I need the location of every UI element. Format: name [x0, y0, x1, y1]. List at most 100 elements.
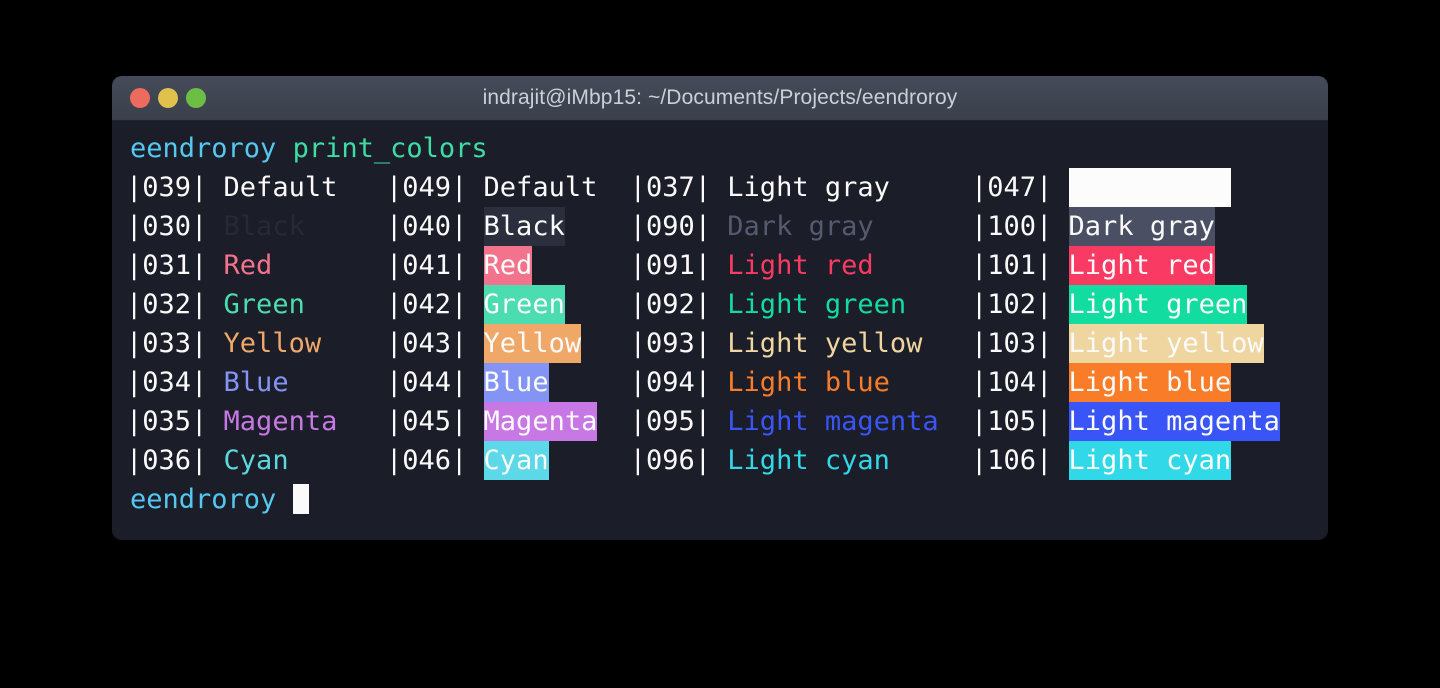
color-cell: |090| Dark gray — [630, 207, 874, 246]
color-code: |031| — [126, 250, 224, 281]
color-cell: |039| Default — [126, 168, 337, 207]
color-code: |100| — [971, 211, 1069, 242]
color-cell: |035| Magenta — [126, 402, 337, 441]
color-label: Magenta — [483, 402, 598, 441]
command-text: print_colors — [292, 133, 488, 164]
color-code: |103| — [971, 328, 1069, 359]
color-code: |037| — [629, 172, 728, 203]
color-label: Light blue — [727, 367, 890, 398]
color-code: |105| — [971, 406, 1069, 437]
color-label: Light yellow — [1068, 324, 1264, 363]
terminal-body[interactable]: eendroroy print_colors |039| Default |049… — [112, 121, 1328, 540]
color-cell: |043| Yellow — [386, 324, 582, 363]
color-cell: |094| Light blue — [630, 363, 890, 402]
color-label: Cyan — [223, 445, 289, 476]
color-code: |090| — [629, 211, 728, 242]
color-label: Light yellow — [727, 328, 923, 359]
color-label: Light green — [1068, 285, 1248, 324]
table-row: |033| Yellow |043| Yellow |093| Light yell… — [112, 324, 1328, 363]
color-cell: |105| Light magenta — [971, 402, 1280, 441]
table-row: |031| Red |041| Red |091| Light red |101| L… — [112, 246, 1328, 285]
command-line: eendroroy print_colors — [112, 129, 1328, 168]
color-label: Light blue — [1068, 363, 1232, 402]
color-cell: |036| Cyan — [126, 441, 289, 480]
color-code: |039| — [126, 172, 224, 203]
terminal-cursor — [292, 484, 309, 514]
minimize-button[interactable] — [158, 88, 178, 108]
color-label: Light cyan — [727, 445, 890, 476]
color-cell: |093| Light yellow — [630, 324, 923, 363]
color-code: |102| — [971, 289, 1069, 320]
terminal-window: indrajit@iMbp15: ~/Documents/Projects/ee… — [112, 76, 1328, 540]
color-code: |095| — [629, 406, 728, 437]
table-row: |035| Magenta |045| Magenta |095| Light ma… — [112, 402, 1328, 441]
color-label: Red — [483, 246, 533, 285]
color-code: |104| — [971, 367, 1069, 398]
color-cell: |049| Default — [386, 168, 597, 207]
color-code: |043| — [386, 328, 484, 359]
color-code: |042| — [386, 289, 484, 320]
color-cell: |041| Red — [386, 246, 533, 285]
color-cell: |101| Light red — [971, 246, 1215, 285]
table-row: |034| Blue |044| Blue |094| Light blue |104… — [112, 363, 1328, 402]
command-spacer — [276, 133, 292, 164]
color-label: Light gray — [727, 172, 890, 203]
window-controls — [130, 76, 206, 120]
color-label: Green — [223, 289, 305, 320]
color-code: |047| — [971, 172, 1069, 203]
color-cell: |100| Dark gray — [971, 207, 1215, 246]
color-table: |039| Default |049| Default |037| Light gr… — [112, 168, 1328, 480]
color-label: Light green — [727, 289, 907, 320]
color-cell: |040| Black — [386, 207, 565, 246]
color-label: Yellow — [223, 328, 322, 359]
color-code: |045| — [386, 406, 484, 437]
color-cell: |033| Yellow — [126, 324, 321, 363]
final-prompt-spacer — [276, 484, 292, 515]
color-label: Blue — [223, 367, 289, 398]
color-code: |091| — [629, 250, 728, 281]
color-code: |049| — [386, 172, 484, 203]
color-label: Black — [223, 211, 305, 242]
color-label: Dark gray — [1068, 207, 1215, 246]
color-code: |106| — [971, 445, 1069, 476]
color-label: Light gray — [1068, 168, 1232, 207]
prompt-user: eendroroy — [130, 133, 277, 164]
color-label: Yellow — [483, 324, 582, 363]
color-cell: |102| Light green — [971, 285, 1248, 324]
color-label: Default — [223, 172, 338, 203]
color-label: Default — [483, 172, 598, 203]
title-bar[interactable]: indrajit@iMbp15: ~/Documents/Projects/ee… — [112, 76, 1328, 121]
color-cell: |096| Light cyan — [630, 441, 890, 480]
color-cell: |045| Magenta — [386, 402, 598, 441]
color-label: Green — [483, 285, 565, 324]
color-code: |040| — [386, 211, 484, 242]
color-label: Light cyan — [1068, 441, 1232, 480]
color-cell: |095| Light magenta — [630, 402, 939, 441]
color-code: |032| — [126, 289, 224, 320]
color-cell: |091| Light red — [630, 246, 874, 285]
color-label: Blue — [483, 363, 549, 402]
close-button[interactable] — [130, 88, 150, 108]
color-cell: |104| Light blue — [971, 363, 1232, 402]
table-row: |039| Default |049| Default |037| Light gr… — [112, 168, 1328, 207]
color-cell: |092| Light green — [630, 285, 906, 324]
table-row: |032| Green |042| Green |092| Light green |… — [112, 285, 1328, 324]
color-cell: |106| Light cyan — [971, 441, 1232, 480]
color-cell: |042| Green — [386, 285, 565, 324]
color-code: |092| — [629, 289, 728, 320]
color-code: |041| — [386, 250, 484, 281]
color-code: |033| — [126, 328, 224, 359]
color-label: Black — [483, 207, 565, 246]
color-cell: |037| Light gray — [630, 168, 890, 207]
color-label: Cyan — [483, 441, 549, 480]
color-cell: |034| Blue — [126, 363, 289, 402]
final-prompt-user: eendroroy — [130, 484, 277, 515]
color-cell: |047| Light gray — [971, 168, 1232, 207]
color-cell: |030| Black — [126, 207, 305, 246]
color-cell: |044| Blue — [386, 363, 549, 402]
color-cell: |103| Light yellow — [971, 324, 1264, 363]
maximize-button[interactable] — [186, 88, 206, 108]
color-cell: |046| Cyan — [386, 441, 549, 480]
color-code: |093| — [629, 328, 728, 359]
color-code: |096| — [629, 445, 728, 476]
